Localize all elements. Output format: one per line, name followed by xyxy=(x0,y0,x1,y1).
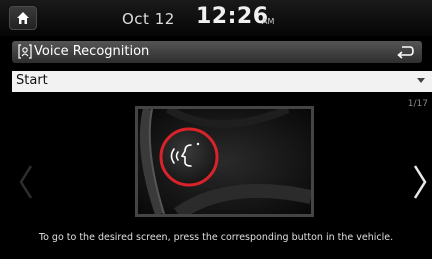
clock-display: 12:26 xyxy=(196,4,269,29)
chevron-down-icon xyxy=(417,78,425,83)
previous-page-arrow-icon[interactable] xyxy=(16,162,36,202)
title-bar: Voice Recognition xyxy=(12,41,422,63)
page-title: Voice Recognition xyxy=(34,44,150,59)
instruction-text: To go to the desired screen, press the c… xyxy=(38,232,394,243)
date-display: Oct 12 xyxy=(122,10,175,28)
back-arrow-icon[interactable] xyxy=(396,44,414,59)
illustration-frame xyxy=(135,106,314,217)
status-bar: Oct 12 12:26 AM xyxy=(0,0,432,36)
voice-recognition-icon xyxy=(18,44,32,59)
next-page-arrow-icon[interactable] xyxy=(410,162,430,202)
steering-wheel-illustration xyxy=(138,109,311,214)
home-button[interactable] xyxy=(9,6,37,30)
topic-dropdown[interactable]: Start xyxy=(12,71,432,92)
dropdown-selected-value: Start xyxy=(16,73,48,88)
am-pm-indicator: AM xyxy=(262,17,275,26)
voice-command-button xyxy=(159,127,219,187)
page-counter: 1/17 xyxy=(407,99,428,109)
home-icon xyxy=(17,12,29,24)
